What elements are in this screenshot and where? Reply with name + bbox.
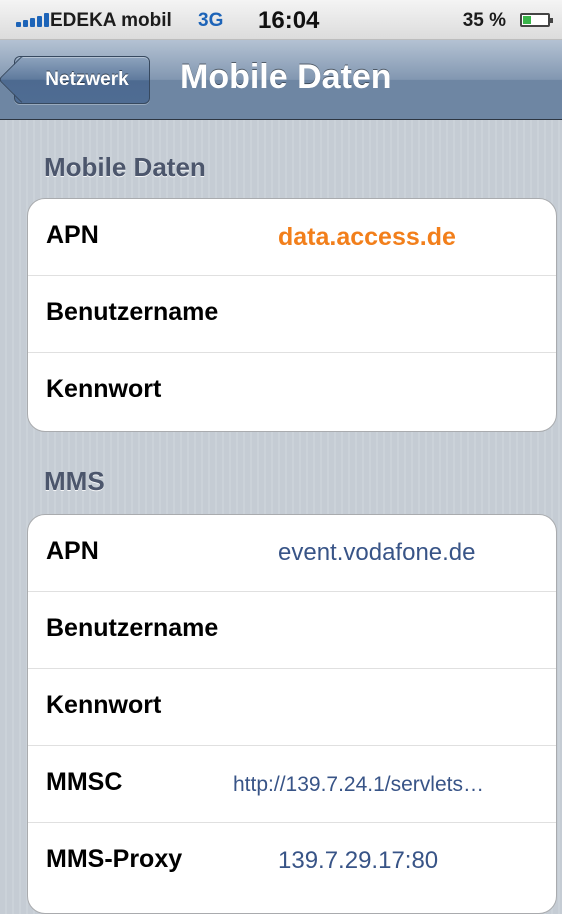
row-mms-proxy[interactable]: MMS-Proxy 139.7.29.17:80 bbox=[28, 823, 556, 900]
navigation-bar: Netzwerk Mobile Daten bbox=[0, 40, 562, 120]
apn-value-field[interactable]: data.access.de bbox=[278, 223, 456, 252]
row-label: Benutzername bbox=[46, 614, 219, 642]
mms-apn-field[interactable]: event.vodafone.de bbox=[278, 539, 476, 567]
row-mobile-password[interactable]: Kennwort bbox=[28, 353, 556, 430]
section-header-mobile-data: Mobile Daten bbox=[44, 152, 206, 182]
status-bar: EDEKA mobil 3G 16:04 35 % bbox=[0, 0, 562, 40]
mmsc-field[interactable]: http://139.7.24.1/servlets… bbox=[233, 773, 484, 797]
row-mobile-apn[interactable]: APN data.access.de bbox=[28, 199, 556, 276]
row-label: MMS-Proxy bbox=[46, 845, 183, 873]
clock: 16:04 bbox=[258, 7, 320, 34]
battery-icon bbox=[520, 13, 553, 27]
battery-fill bbox=[523, 16, 531, 24]
row-mms-username[interactable]: Benutzername bbox=[28, 592, 556, 669]
signal-icon bbox=[16, 13, 49, 27]
network-type: 3G bbox=[198, 10, 224, 31]
row-mobile-username[interactable]: Benutzername bbox=[28, 276, 556, 353]
row-label: Benutzername bbox=[46, 298, 219, 326]
row-mms-apn[interactable]: APN event.vodafone.de bbox=[28, 515, 556, 592]
row-label: APN bbox=[46, 537, 99, 565]
row-label: Kennwort bbox=[46, 375, 162, 403]
row-mmsc[interactable]: MMSC http://139.7.24.1/servlets… bbox=[28, 746, 556, 823]
row-label: Kennwort bbox=[46, 691, 162, 719]
back-button[interactable]: Netzwerk bbox=[0, 56, 150, 104]
back-arrow-icon bbox=[0, 56, 45, 103]
row-label: MMSC bbox=[46, 768, 123, 796]
settings-group-mms: APN event.vodafone.de Benutzername Kennw… bbox=[27, 514, 557, 914]
row-mms-password[interactable]: Kennwort bbox=[28, 669, 556, 746]
row-label: APN bbox=[46, 221, 99, 249]
section-header-mms: MMS bbox=[44, 466, 105, 496]
back-button-label: Netzwerk bbox=[45, 69, 129, 90]
mms-proxy-field[interactable]: 139.7.29.17:80 bbox=[278, 847, 438, 875]
carrier-name: EDEKA mobil bbox=[50, 10, 172, 31]
page-title: Mobile Daten bbox=[180, 58, 392, 96]
settings-group-mobile-data: APN data.access.de Benutzername Kennwort bbox=[27, 198, 557, 432]
battery-percent: 35 % bbox=[462, 10, 506, 31]
